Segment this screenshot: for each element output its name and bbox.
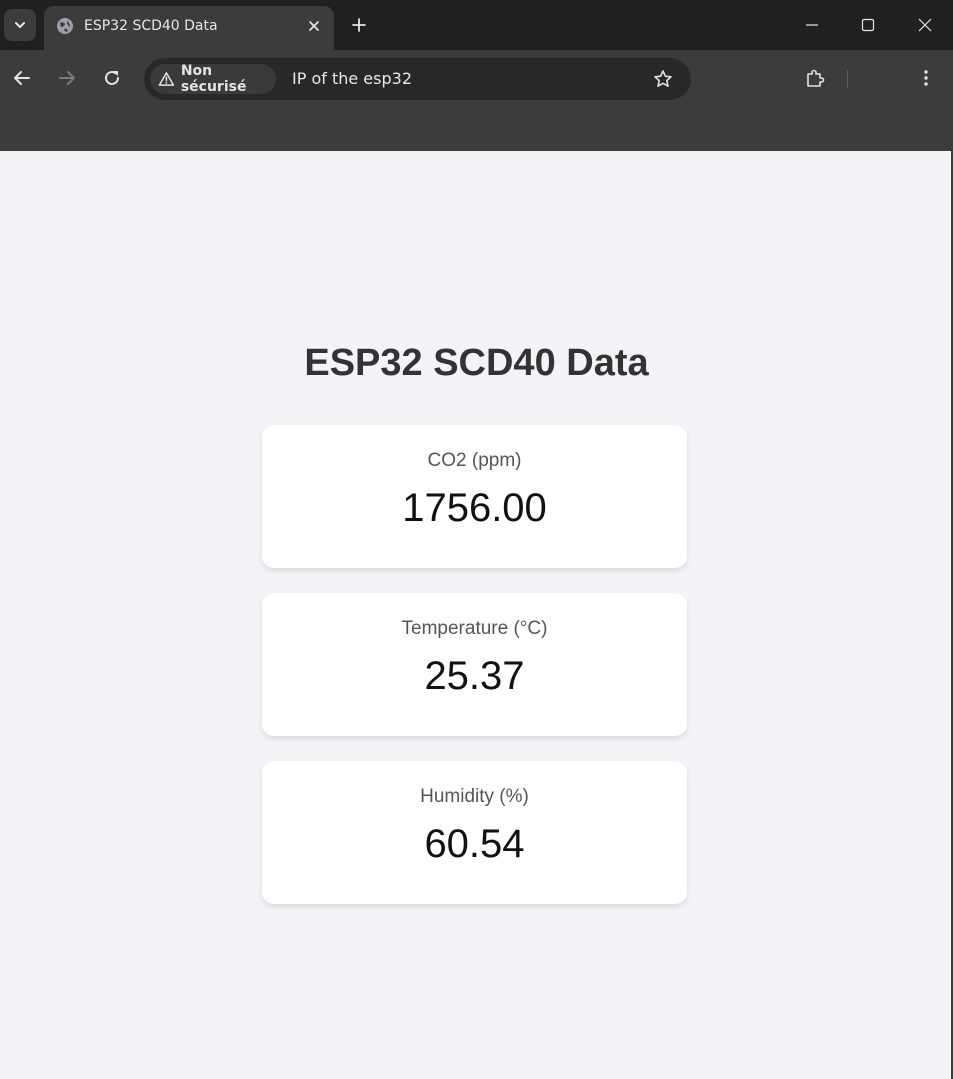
kebab-menu-icon bbox=[924, 70, 928, 86]
minimize-icon bbox=[806, 24, 818, 26]
close-icon bbox=[918, 18, 932, 32]
close-window-button[interactable] bbox=[905, 8, 945, 42]
card-value: 1756.00 bbox=[402, 486, 547, 530]
bookmark-button[interactable] bbox=[651, 67, 675, 91]
tab-close-button[interactable] bbox=[304, 16, 324, 36]
security-label: Non sécurisé bbox=[180, 63, 247, 95]
tab-search-button[interactable] bbox=[4, 9, 36, 41]
security-indicator[interactable]: Non sécurisé bbox=[150, 63, 276, 95]
card-label: Temperature (°C) bbox=[401, 618, 548, 639]
reload-icon bbox=[105, 70, 119, 85]
extensions-button[interactable] bbox=[799, 62, 831, 94]
chevron-down-icon bbox=[15, 22, 25, 28]
page-title: ESP32 SCD40 Data bbox=[304, 342, 649, 384]
humidity-card: Humidity (%) 60.54 bbox=[262, 761, 687, 904]
maximize-button[interactable] bbox=[848, 8, 888, 42]
browser-menu-button[interactable] bbox=[910, 62, 942, 94]
url-text[interactable]: IP of the esp32 bbox=[292, 69, 412, 89]
new-tab-button[interactable] bbox=[346, 12, 372, 38]
reload-button[interactable] bbox=[96, 62, 128, 94]
back-button[interactable] bbox=[6, 62, 38, 94]
star-icon bbox=[654, 70, 672, 87]
browser-tab[interactable]: ESP32 SCD40 Data bbox=[44, 6, 334, 50]
plus-icon bbox=[352, 18, 366, 32]
card-value: 60.54 bbox=[424, 822, 525, 866]
co2-card: CO2 (ppm) 1756.00 bbox=[262, 425, 687, 568]
address-bar[interactable]: Non sécurisé IP of the esp32 bbox=[144, 58, 691, 100]
tab-strip: ESP32 SCD40 Data bbox=[0, 0, 953, 50]
card-label: Humidity (%) bbox=[420, 786, 529, 807]
card-label: CO2 (ppm) bbox=[427, 450, 522, 471]
temperature-card: Temperature (°C) 25.37 bbox=[262, 593, 687, 736]
card-value: 25.37 bbox=[424, 654, 525, 698]
arrow-left-icon bbox=[14, 71, 30, 85]
toolbar-divider bbox=[847, 70, 848, 88]
minimize-button[interactable] bbox=[792, 8, 832, 42]
maximize-icon bbox=[861, 18, 875, 32]
page-content: ESP32 SCD40 Data CO2 (ppm) 1756.00 Tempe… bbox=[0, 151, 953, 1079]
warning-icon bbox=[158, 72, 175, 86]
tab-title: ESP32 SCD40 Data bbox=[84, 18, 218, 34]
arrow-right-icon bbox=[59, 71, 75, 85]
browser-chrome: ESP32 SCD40 Data Non sécurisé IP of the … bbox=[0, 0, 953, 151]
forward-button[interactable] bbox=[51, 62, 83, 94]
close-icon bbox=[309, 21, 319, 31]
puzzle-icon bbox=[807, 69, 825, 87]
globe-icon bbox=[57, 18, 73, 34]
